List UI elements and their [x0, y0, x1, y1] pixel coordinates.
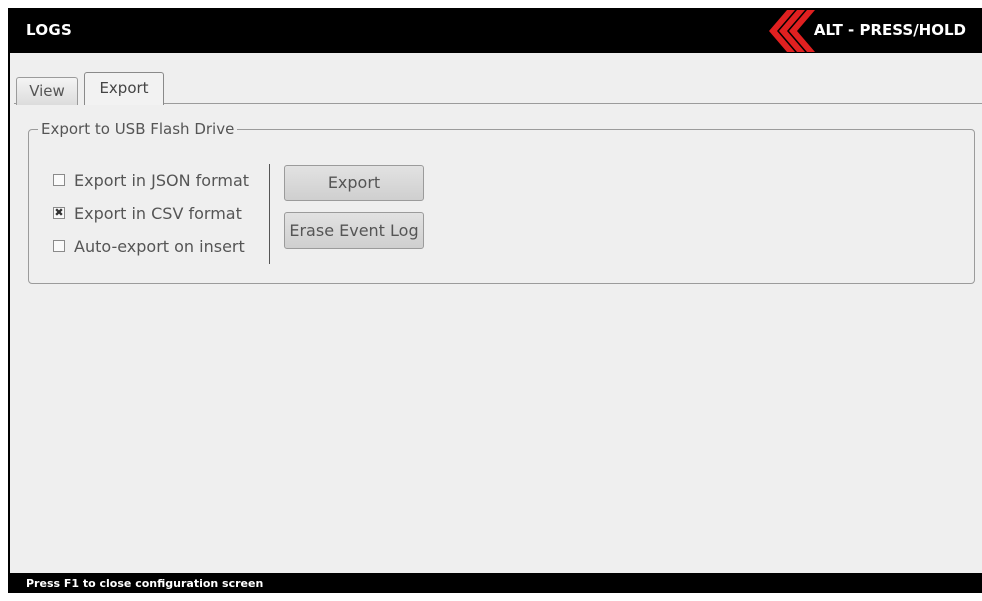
export-button[interactable]: Export — [284, 165, 424, 201]
app-frame: LOGS ALT - PRESS/HOLD View Export Export… — [8, 8, 982, 593]
footer-hint: Press F1 to close configuration screen — [26, 577, 264, 590]
group-legend: Export to USB Flash Drive — [38, 119, 238, 139]
tab-view[interactable]: View — [16, 77, 78, 105]
erase-event-log-button[interactable]: Erase Event Log — [284, 212, 424, 249]
csv-format-checkbox[interactable]: ✖ — [53, 207, 65, 219]
options-separator — [269, 164, 270, 264]
auto-export-label: Auto-export on insert — [74, 237, 245, 256]
tab-divider — [164, 103, 982, 104]
page-title: LOGS — [26, 21, 73, 39]
tab-divider-left — [14, 103, 16, 104]
alt-press-hold-hint: ALT - PRESS/HOLD — [813, 21, 966, 39]
auto-export-checkbox[interactable] — [53, 240, 65, 252]
red-chevron-logo-icon — [769, 10, 815, 52]
content-panel: View Export Export to USB Flash Drive Ex… — [10, 53, 982, 573]
export-usb-group: Export to USB Flash Drive Export in JSON… — [28, 119, 975, 284]
header-bar: LOGS ALT - PRESS/HOLD — [8, 8, 982, 53]
footer-bar: Press F1 to close configuration screen — [8, 573, 982, 593]
json-format-label: Export in JSON format — [74, 171, 250, 190]
json-format-checkbox[interactable] — [53, 174, 65, 186]
csv-format-label: Export in CSV format — [74, 204, 242, 223]
tab-export[interactable]: Export — [84, 72, 164, 105]
